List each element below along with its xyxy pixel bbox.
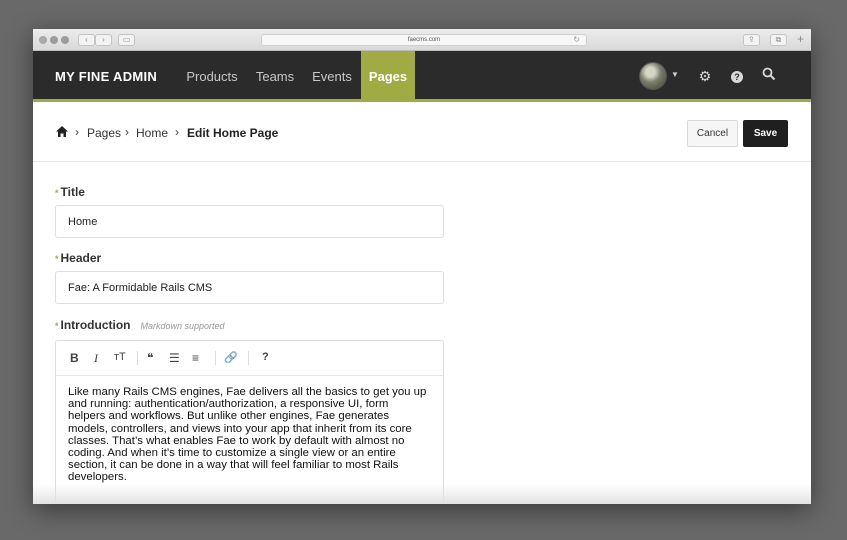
app-navbar: MY FINE ADMIN Products Teams Events Page… (33, 51, 811, 102)
address-bar[interactable]: faecms.com ↻ (261, 34, 587, 46)
introduction-textarea[interactable]: Like many Rails CMS engines, Fae deliver… (68, 386, 436, 484)
text-line: helpers and workflows. But unlike other … (68, 410, 390, 423)
editor-toolbar: B I тT ❝ ☰ ≡ 🔗 ? (56, 341, 443, 376)
gear-icon[interactable]: ⚙ (696, 67, 714, 85)
header-label-text: Header (60, 251, 102, 265)
required-marker: * (55, 321, 59, 331)
breadcrumb-separator: › (75, 125, 79, 139)
bold-icon[interactable]: B (70, 351, 79, 365)
nav-item-teams[interactable]: Teams (253, 51, 297, 102)
text-line: and running: authentication/authorizatio… (68, 398, 389, 411)
sidebar-toggle-icon[interactable]: ▭ (118, 34, 135, 46)
text-line: classes. That’s what enables Fae to work… (68, 434, 405, 447)
italic-icon[interactable]: I (94, 351, 98, 366)
zoom-window-button[interactable] (61, 36, 69, 44)
breadcrumb-pages[interactable]: Pages (87, 126, 121, 140)
url-text: faecms.com (407, 37, 441, 43)
help-icon[interactable]: ? (262, 351, 269, 363)
tabs-overview-icon[interactable]: ⧉ (770, 34, 787, 46)
page-title: Edit Home Page (187, 126, 279, 140)
close-window-button[interactable] (39, 36, 47, 44)
new-tab-icon[interactable]: + (797, 32, 804, 46)
save-button[interactable]: Save (743, 120, 788, 147)
heading-icon[interactable]: тT (114, 351, 126, 363)
text-line: models, controllers, and views into your… (68, 422, 412, 435)
bullet-list-icon[interactable]: ☰ (169, 351, 180, 365)
page-header: › Pages › Home › Edit Home Page Cancel S… (33, 105, 811, 162)
browser-window: ‹ › ▭ faecms.com ↻ ⇪ ⧉ + MY FINE ADMIN P… (33, 29, 811, 504)
user-avatar[interactable] (639, 62, 667, 90)
forward-button[interactable]: › (95, 34, 112, 46)
toolbar-divider (137, 351, 138, 365)
title-label: * Title (55, 185, 85, 199)
required-marker: * (55, 254, 59, 264)
text-line: developers. (68, 471, 127, 484)
chevron-down-icon[interactable]: ▼ (671, 70, 679, 79)
numbered-list-icon[interactable]: ≡ (192, 351, 199, 365)
title-input[interactable] (55, 205, 444, 238)
breadcrumb-separator: › (175, 125, 179, 139)
text-line: Like many Rails CMS engines, Fae deliver… (68, 386, 427, 398)
link-icon[interactable]: 🔗 (224, 351, 238, 364)
nav-item-products[interactable]: Products (181, 51, 243, 102)
bottom-fade (33, 484, 811, 504)
share-icon[interactable]: ⇪ (743, 34, 760, 46)
header-label: * Header (55, 251, 101, 265)
introduction-label-text: Introduction (60, 318, 131, 332)
browser-toolbar: ‹ › ▭ faecms.com ↻ ⇪ ⧉ + (33, 29, 811, 51)
breadcrumb-separator: › (125, 125, 129, 139)
help-glyph: ? (731, 71, 743, 83)
markdown-hint: Markdown supported (140, 321, 225, 331)
search-icon[interactable] (760, 67, 778, 85)
cancel-button[interactable]: Cancel (687, 120, 738, 147)
nav-item-pages[interactable]: Pages (361, 51, 415, 102)
toolbar-divider (215, 351, 216, 365)
nav-item-events[interactable]: Events (307, 51, 357, 102)
brand-logo[interactable]: MY FINE ADMIN (55, 51, 157, 102)
text-line: coding. And when it’s time to customize … (68, 447, 396, 460)
back-button[interactable]: ‹ (78, 34, 95, 46)
minimize-window-button[interactable] (50, 36, 58, 44)
title-label-text: Title (60, 185, 85, 199)
reload-icon[interactable]: ↻ (573, 35, 580, 45)
quote-icon[interactable]: ❝ (147, 351, 153, 365)
markdown-editor[interactable]: B I тT ❝ ☰ ≡ 🔗 ? Like many Rails CMS eng… (55, 340, 444, 504)
introduction-label: * Introduction Markdown supported (55, 318, 225, 332)
home-icon[interactable] (55, 125, 69, 138)
text-line: section, it can be done in a way that wi… (68, 459, 399, 472)
header-input[interactable] (55, 271, 444, 304)
breadcrumb-home[interactable]: Home (136, 126, 168, 140)
toolbar-divider (248, 351, 249, 365)
help-icon[interactable]: ? (728, 67, 746, 85)
required-marker: * (55, 188, 59, 198)
